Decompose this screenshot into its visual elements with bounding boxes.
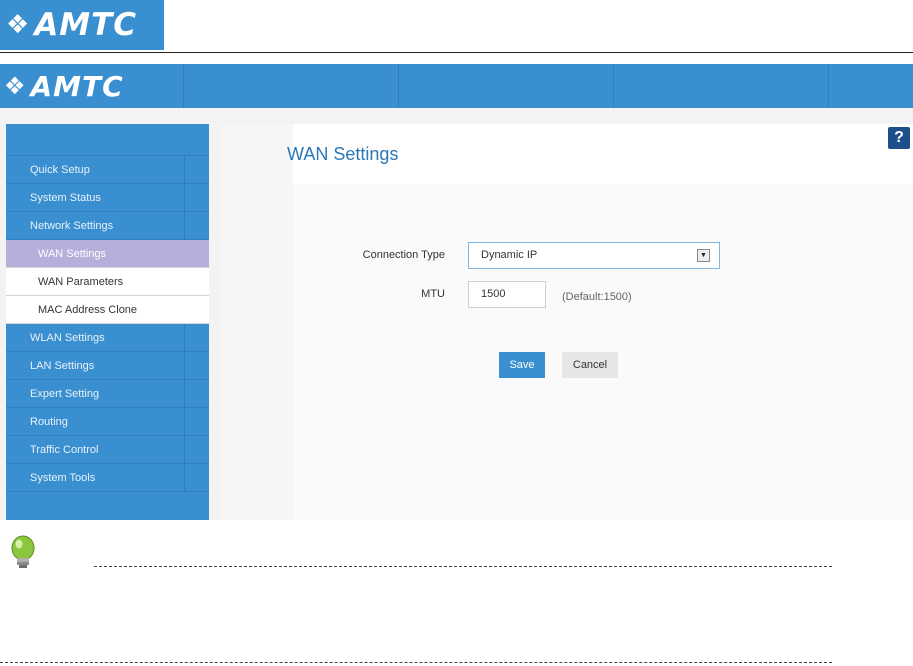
top-bar-divider [828, 64, 829, 108]
sidebar-item-label: System Status [30, 192, 101, 204]
sidebar-item-label: Expert Setting [30, 388, 100, 400]
sidebar-item-label: WLAN Settings [30, 332, 105, 344]
tip-divider-top [94, 566, 832, 567]
sidebar-item-quick-setup[interactable]: Quick Setup [6, 156, 209, 184]
sidebar-item-network-settings[interactable]: Network Settings [6, 212, 209, 240]
sidebar-item-label: WAN Settings [38, 248, 107, 260]
chevron-down-icon[interactable]: ▼ [697, 249, 710, 262]
sidebar-item-system-status[interactable]: System Status [6, 184, 209, 212]
mtu-label: MTU [421, 288, 445, 300]
question-icon[interactable]: ? [888, 127, 910, 149]
connection-type-label: Connection Type [362, 249, 445, 261]
sidebar-item-traffic-control[interactable]: Traffic Control [6, 436, 209, 464]
top-bar: ❖ AMTC [0, 64, 913, 108]
cancel-button[interactable]: Cancel [562, 352, 618, 378]
sidebar-subitem-wan-settings[interactable]: WAN Settings [6, 240, 209, 268]
top-bar-divider [613, 64, 614, 108]
sidebar-item-expert-setting[interactable]: Expert Setting [6, 380, 209, 408]
mtu-input[interactable]: 1500 [468, 281, 546, 308]
sidebar-header [6, 124, 209, 156]
top-bar-divider [398, 64, 399, 108]
sidebar-subitem-wan-parameters[interactable]: WAN Parameters [6, 268, 209, 296]
logo-text: AMTC [30, 69, 124, 103]
sidebar-item-lan-settings[interactable]: LAN Settings [6, 352, 209, 380]
sidebar-item-label: MAC Address Clone [38, 304, 138, 316]
logo-text: AMTC [34, 7, 138, 43]
header-divider [0, 52, 913, 53]
sidebar-item-label: Traffic Control [30, 444, 99, 456]
top-bar-divider [183, 64, 184, 108]
save-button[interactable]: Save [499, 352, 545, 378]
connection-type-value: Dynamic IP [481, 249, 538, 261]
sidebar-item-label: System Tools [30, 472, 96, 484]
sidebar-item-label: Network Settings [30, 220, 114, 232]
sidebar-item-routing[interactable]: Routing [6, 408, 209, 436]
main-content: WAN Settings ? Connection Type Dynamic I… [221, 124, 913, 520]
sidebar-item-label: Routing [30, 416, 68, 428]
logo-glyph-icon: ❖ [6, 10, 31, 40]
sidebar-item-label: WAN Parameters [38, 276, 124, 288]
router-ui: ❖ AMTC Quick Setup System Status Network… [0, 64, 913, 520]
tip-divider-bottom [0, 662, 832, 663]
mtu-default-hint: (Default:1500) [562, 291, 632, 303]
page-title: WAN Settings [287, 144, 399, 164]
document-logo: ❖ AMTC [0, 0, 164, 50]
sidebar-item-label: LAN Settings [30, 360, 95, 372]
ui-logo: ❖ AMTC [4, 69, 180, 103]
sidebar: Quick Setup System Status Network Settin… [6, 124, 209, 520]
connection-type-select[interactable]: Dynamic IP ▼ [468, 242, 720, 269]
lightbulb-icon [11, 535, 35, 568]
sidebar-subitem-mac-address-clone[interactable]: MAC Address Clone [6, 296, 209, 324]
sidebar-item-label: Quick Setup [30, 164, 90, 176]
logo-glyph-icon: ❖ [4, 72, 27, 100]
sidebar-item-wlan-settings[interactable]: WLAN Settings [6, 324, 209, 352]
sidebar-item-system-tools[interactable]: System Tools [6, 464, 209, 492]
